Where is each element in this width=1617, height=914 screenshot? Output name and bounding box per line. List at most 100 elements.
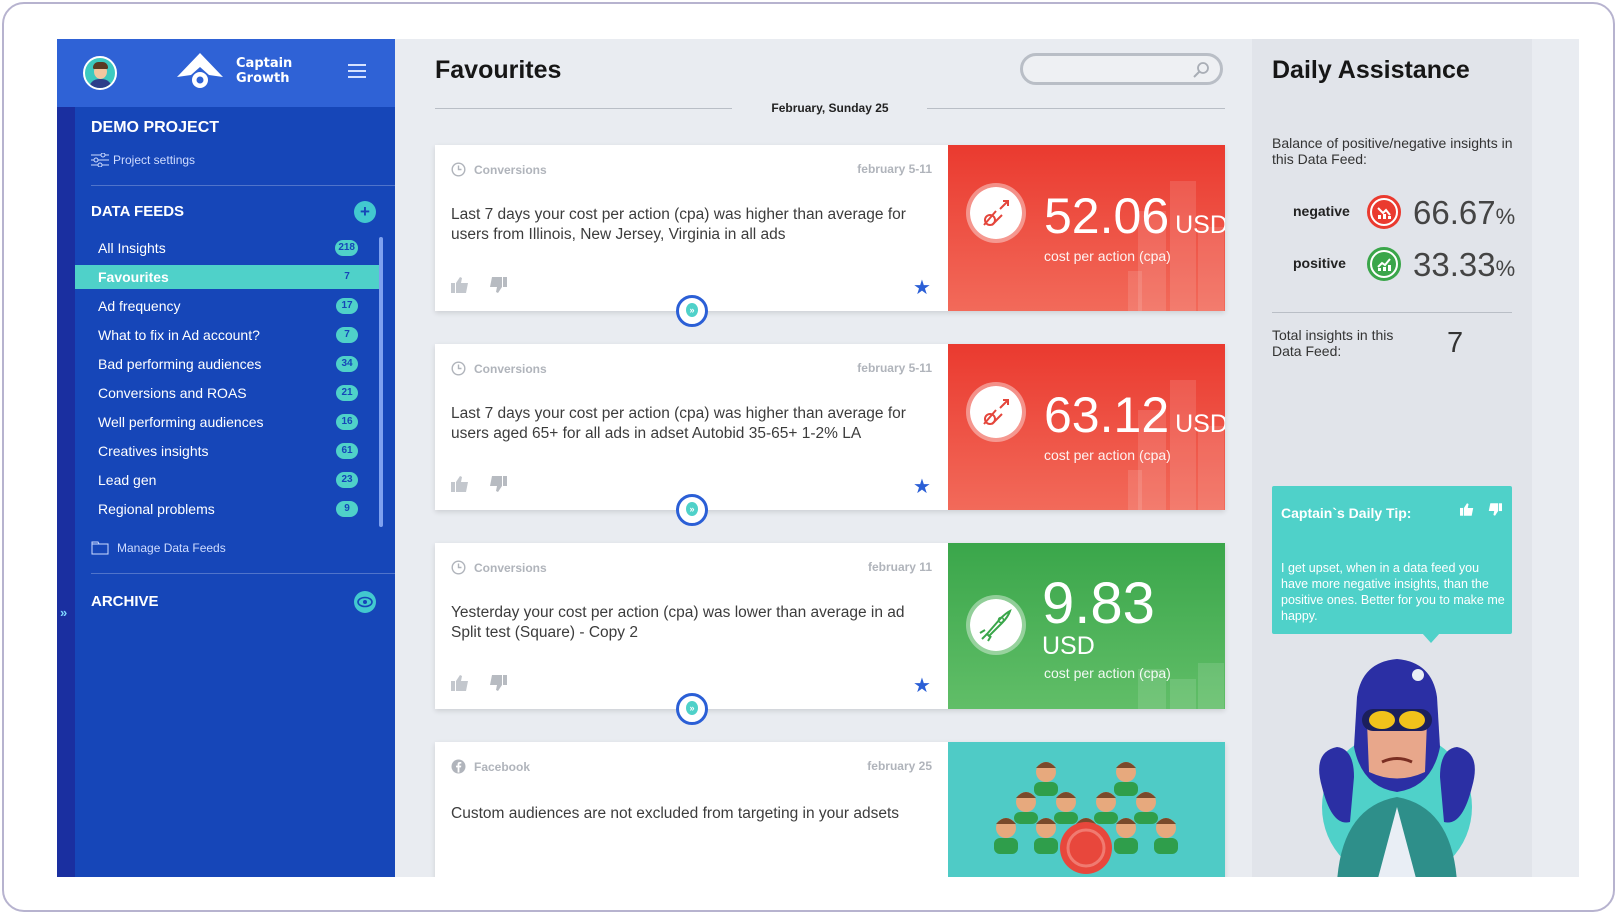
feed-label: Conversions and ROAS bbox=[98, 384, 247, 401]
expand-button[interactable]: » bbox=[676, 295, 708, 327]
insight-body: Conversions february 5-11 Last 7 days yo… bbox=[435, 344, 948, 510]
rocket-crash-icon bbox=[966, 183, 1026, 243]
eye-icon bbox=[357, 596, 373, 608]
sidebar-item-conversions-roas[interactable]: Conversions and ROAS 21 bbox=[75, 378, 381, 407]
thumbs-up-icon[interactable] bbox=[451, 476, 469, 492]
negative-number: 66.67 bbox=[1413, 194, 1496, 231]
insight-card[interactable]: Conversions february 5-11 Last 7 days yo… bbox=[435, 344, 1225, 526]
chevron-down-icon: » bbox=[689, 504, 695, 514]
favourite-star-icon[interactable]: ★ bbox=[913, 474, 931, 499]
thumbs-up-icon[interactable] bbox=[451, 277, 469, 293]
insight-metric-panel: 63.12 USD cost per action (cpa) bbox=[948, 344, 1225, 510]
sidebar-item-bad-audiences[interactable]: Bad performing audiences 34 bbox=[75, 349, 381, 378]
logo-line2: Growth bbox=[236, 71, 290, 86]
feed-label: Bad performing audiences bbox=[98, 355, 262, 372]
metric-value: 52.06 USD bbox=[1044, 191, 1225, 250]
daily-tip-card: Captain`s Daily Tip: I get upset, when i… bbox=[1272, 486, 1512, 643]
category-label: Conversions bbox=[474, 560, 547, 575]
favourite-star-icon[interactable]: ★ bbox=[913, 275, 931, 300]
metric-unit: USD bbox=[1175, 410, 1225, 438]
sidebar-item-what-to-fix[interactable]: What to fix in Ad account? 7 bbox=[75, 320, 381, 349]
clock-icon bbox=[451, 361, 466, 376]
insight-card[interactable]: Facebook february 25 Custom audiences ar… bbox=[435, 742, 1225, 877]
main-content: Favourites February, Sunday 25 Conversio… bbox=[395, 39, 1261, 877]
insight-body: Facebook february 25 Custom audiences ar… bbox=[435, 742, 948, 877]
sidebar-item-creatives[interactable]: Creatives insights 61 bbox=[75, 436, 381, 465]
date-divider-right bbox=[927, 108, 1225, 109]
project-title: DEMO PROJECT bbox=[91, 119, 220, 136]
sidebar-item-lead-gen[interactable]: Lead gen 23 bbox=[75, 465, 381, 494]
feed-count-badge: 17 bbox=[336, 298, 358, 314]
thumbs-down-icon[interactable] bbox=[489, 476, 507, 492]
category-label: Conversions bbox=[474, 162, 547, 177]
insight-body: Conversions february 11 Yesterday your c… bbox=[435, 543, 948, 709]
sidebar-item-well-audiences[interactable]: Well performing audiences 16 bbox=[75, 407, 381, 436]
sidebar-item-regional[interactable]: Regional problems 9 bbox=[75, 494, 381, 523]
sidebar-item-all-insights[interactable]: All Insights 218 bbox=[75, 233, 381, 262]
insight-card[interactable]: Conversions february 11 Yesterday your c… bbox=[435, 543, 1225, 725]
feed-label: All Insights bbox=[98, 239, 166, 256]
sidebar-divider bbox=[91, 573, 395, 574]
thumbs-down-icon[interactable] bbox=[489, 277, 507, 293]
thumbs-up-icon[interactable] bbox=[1460, 503, 1474, 516]
positive-number: 33.33 bbox=[1413, 246, 1496, 283]
double-chevron-right-icon[interactable]: » bbox=[60, 605, 67, 620]
feed-count-badge: 9 bbox=[336, 501, 358, 517]
sidebar: » Captain Growth DEMO PROJECT Project se… bbox=[57, 39, 395, 877]
thumbs-up-icon[interactable] bbox=[451, 675, 469, 691]
chart-up-icon bbox=[1367, 247, 1401, 281]
manage-data-feeds-link[interactable]: Manage Data Feeds bbox=[91, 541, 226, 555]
tip-text: I get upset, when in a data feed you hav… bbox=[1281, 561, 1505, 623]
insight-category: Conversions bbox=[451, 162, 547, 177]
metric-number: 52.06 bbox=[1044, 188, 1170, 244]
manage-label: Manage Data Feeds bbox=[117, 541, 226, 555]
search-icon[interactable] bbox=[1192, 61, 1210, 79]
insight-text: Last 7 days your cost per action (cpa) w… bbox=[451, 405, 906, 442]
metric-label: cost per action (cpa) bbox=[1044, 447, 1171, 463]
sidebar-item-ad-frequency[interactable]: Ad frequency 17 bbox=[75, 291, 381, 320]
expand-button[interactable]: » bbox=[676, 494, 708, 526]
feed-label: Favourites bbox=[98, 269, 169, 285]
positive-value: 33.33% bbox=[1413, 246, 1515, 284]
insight-card[interactable]: Conversions february 5-11 Last 7 days yo… bbox=[435, 145, 1225, 327]
percent-sign: % bbox=[1495, 204, 1516, 229]
thumbs-down-icon[interactable] bbox=[489, 675, 507, 691]
insight-metric-panel bbox=[948, 742, 1225, 877]
sidebar-item-favourites[interactable]: Favourites 7 bbox=[75, 265, 381, 289]
folder-icon bbox=[91, 541, 109, 555]
metric-label: cost per action (cpa) bbox=[1044, 248, 1171, 264]
feed-count-badge: 61 bbox=[336, 443, 358, 459]
feed-label: Creatives insights bbox=[98, 442, 209, 459]
feed-label: Well performing audiences bbox=[98, 413, 264, 430]
archive-view-button[interactable] bbox=[354, 591, 376, 613]
chevron-down-icon: » bbox=[689, 703, 695, 713]
facebook-icon bbox=[451, 759, 466, 774]
insight-category: Conversions bbox=[451, 361, 547, 376]
menu-icon[interactable] bbox=[348, 64, 366, 79]
thumbs-down-icon[interactable] bbox=[1488, 503, 1502, 516]
expand-button[interactable]: » bbox=[676, 693, 708, 725]
audience-crowd-icon bbox=[994, 762, 1178, 874]
metric-unit: USD bbox=[1042, 632, 1095, 660]
negative-value: 66.67% bbox=[1413, 194, 1515, 232]
feed-label: Lead gen bbox=[98, 471, 157, 488]
sidebar-header: Captain Growth bbox=[57, 39, 395, 107]
add-feed-button[interactable]: + bbox=[354, 201, 376, 223]
insight-text: Last 7 days your cost per action (cpa) w… bbox=[451, 206, 906, 243]
project-settings-link[interactable]: Project settings bbox=[91, 153, 195, 167]
panel-title: Daily Assistance bbox=[1272, 56, 1470, 84]
captain-growth-logo-icon[interactable] bbox=[175, 51, 225, 91]
metric-value: 63.12 USD bbox=[1044, 390, 1225, 449]
sidebar-scrollbar[interactable] bbox=[379, 237, 383, 527]
insight-text: Custom audiences are not excluded from t… bbox=[451, 805, 900, 822]
rocket-crash-icon bbox=[966, 382, 1026, 442]
metric-value: 9.83 bbox=[1042, 575, 1155, 633]
project-settings-label: Project settings bbox=[113, 153, 196, 167]
search-input[interactable] bbox=[1020, 53, 1223, 85]
feed-label: Ad frequency bbox=[98, 297, 181, 314]
daily-assistance-panel: Daily Assistance Balance of positive/neg… bbox=[1252, 39, 1532, 877]
sidebar-collapse-strip[interactable]: » bbox=[57, 107, 75, 877]
insight-text: Yesterday your cost per action (cpa) was… bbox=[451, 604, 905, 641]
favourite-star-icon[interactable]: ★ bbox=[913, 673, 931, 698]
avatar[interactable] bbox=[83, 56, 117, 90]
